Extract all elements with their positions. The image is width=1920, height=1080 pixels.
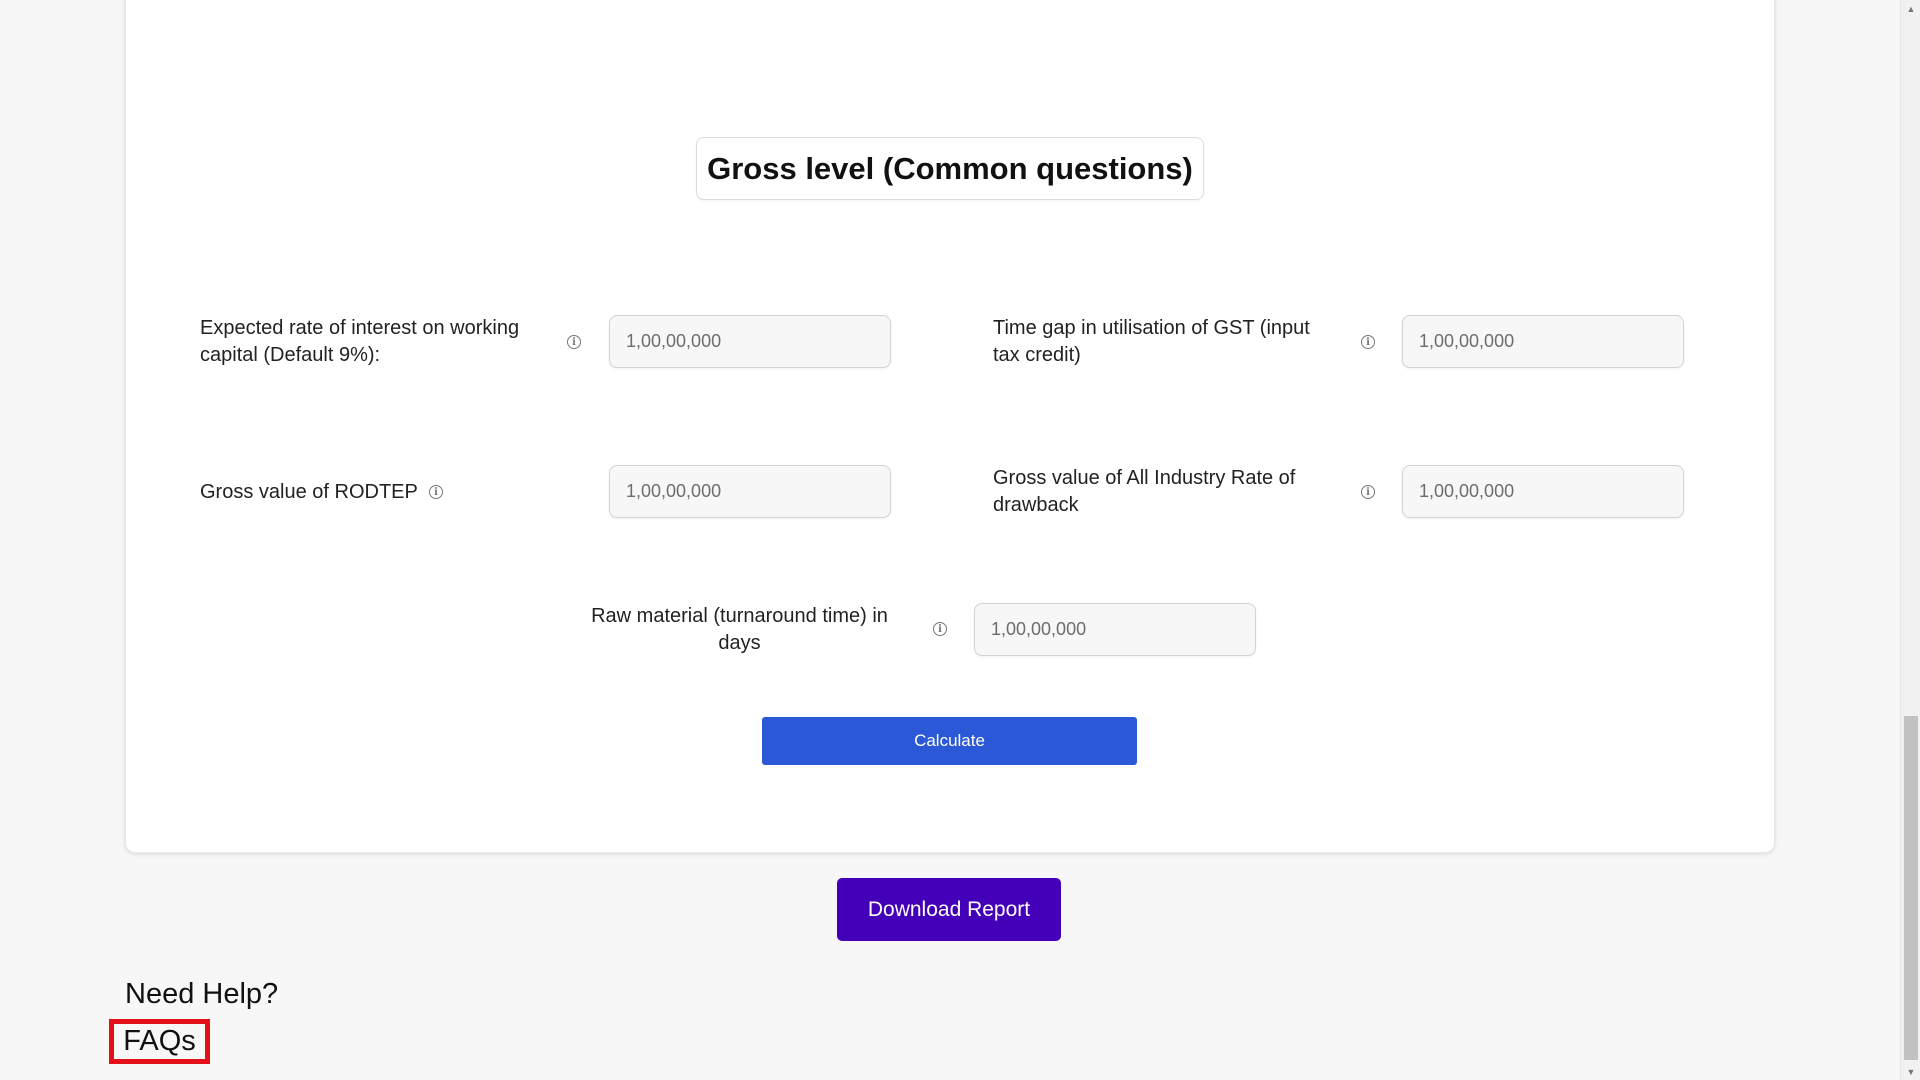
- rodtep-input[interactable]: [609, 465, 891, 518]
- info-icon[interactable]: i: [1361, 485, 1375, 499]
- calculate-button[interactable]: Calculate: [762, 717, 1137, 765]
- raw-material-input[interactable]: [974, 603, 1256, 656]
- rodtep-label: Gross value of RODTEP: [200, 481, 418, 503]
- gst-time-gap-input[interactable]: [1402, 315, 1684, 368]
- info-icon[interactable]: i: [567, 335, 581, 349]
- page: Gross level (Common questions) Expected …: [0, 0, 1920, 1080]
- info-icon[interactable]: i: [429, 485, 443, 499]
- scroll-down-arrow-icon[interactable]: ▼: [1901, 1063, 1920, 1080]
- scrollbar-thumb[interactable]: [1904, 716, 1918, 1060]
- gst-time-gap-label: Time gap in utilisation of GST (input ta…: [993, 317, 1310, 366]
- scroll-up-arrow-icon[interactable]: ▲: [1901, 0, 1920, 17]
- raw-material-label: Raw material (turnaround time) in days: [591, 605, 888, 654]
- interest-rate-label: Expected rate of interest on working cap…: [200, 317, 520, 366]
- section-title: Gross level (Common questions): [696, 137, 1204, 200]
- interest-rate-input[interactable]: [609, 315, 891, 368]
- faqs-link[interactable]: FAQs: [109, 1019, 210, 1064]
- info-icon[interactable]: i: [933, 622, 947, 636]
- download-report-button[interactable]: Download Report: [837, 878, 1061, 941]
- info-icon[interactable]: i: [1361, 335, 1375, 349]
- drawback-input[interactable]: [1402, 465, 1684, 518]
- vertical-scrollbar[interactable]: ▲ ▼: [1900, 0, 1920, 1080]
- need-help-heading: Need Help?: [125, 978, 279, 1010]
- drawback-label: Gross value of All Industry Rate of draw…: [993, 467, 1296, 516]
